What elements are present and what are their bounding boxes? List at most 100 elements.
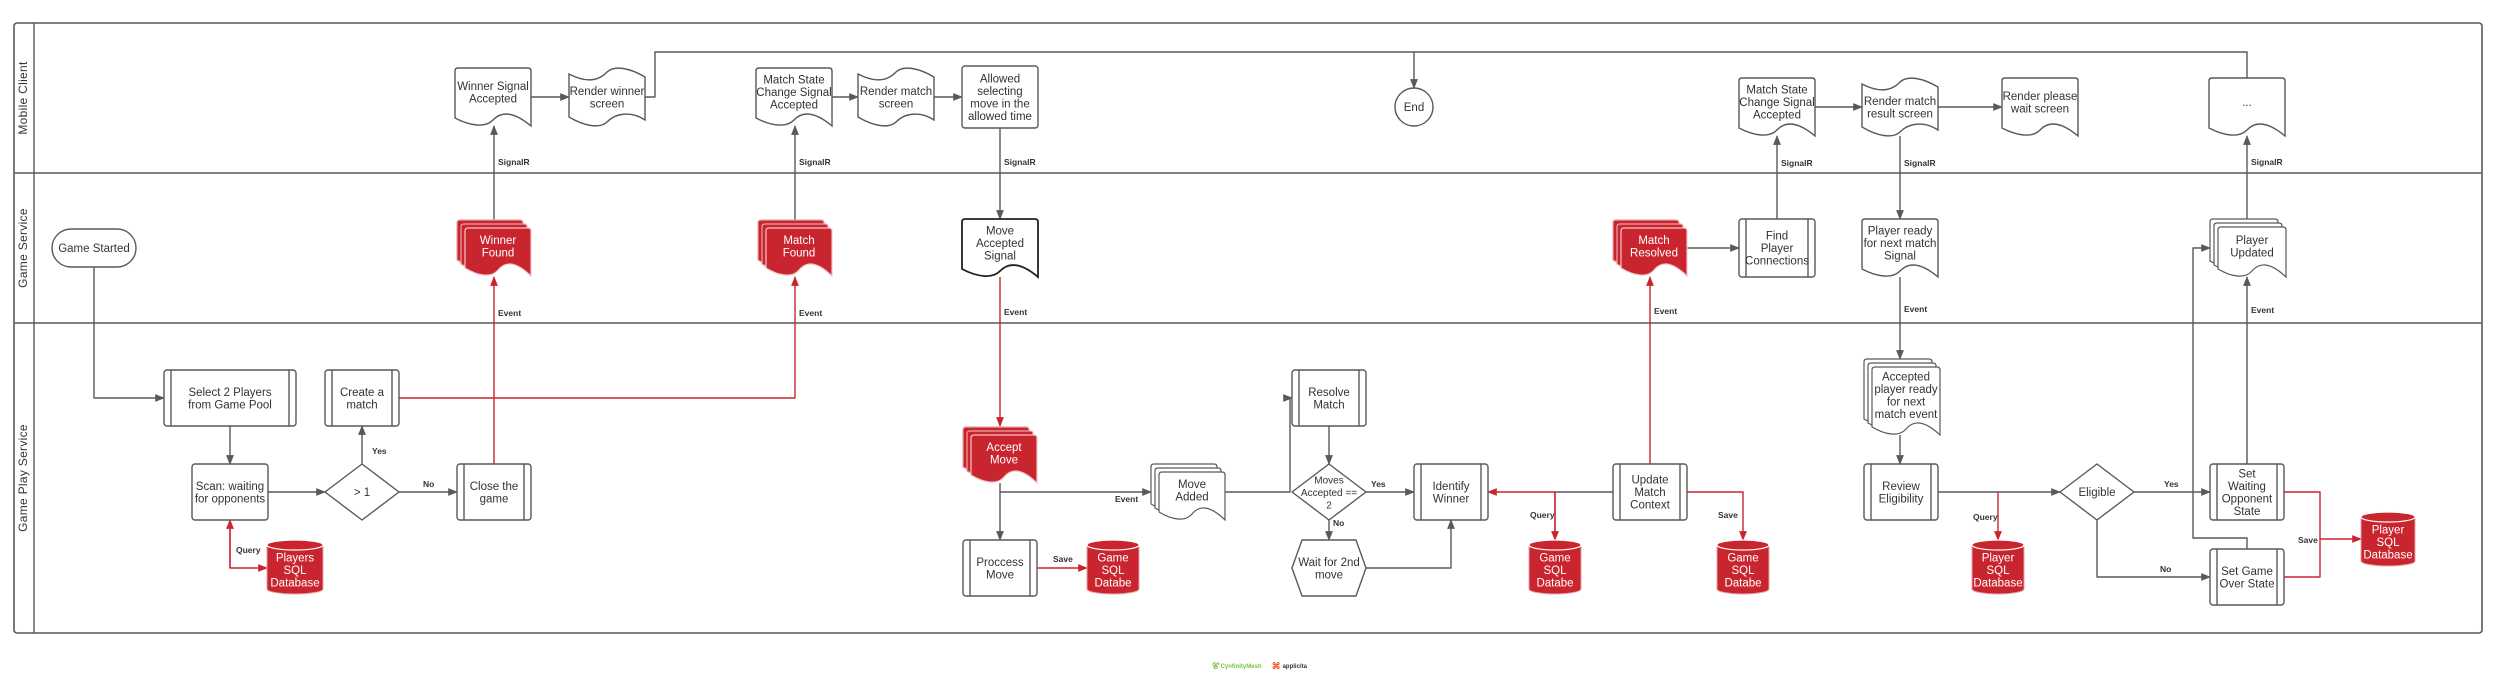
node-game-started[interactable]: Game Started: [51, 228, 137, 268]
node-eligible[interactable]: Eligible: [2059, 463, 2135, 521]
node-winner-found[interactable]: Winner Found: [456, 219, 532, 278]
database-top: [2360, 511, 2416, 523]
node-set-game-over[interactable]: Set Game Over State: [2209, 548, 2285, 606]
node-end[interactable]: End: [1394, 87, 1434, 127]
edge-line: [1366, 519, 1455, 569]
node-scan-waiting[interactable]: Scan: waiting for opponents: [191, 463, 269, 521]
node-match-found[interactable]: Match Found: [757, 219, 833, 278]
edge-label: Event: [498, 308, 521, 318]
database-top: [1971, 539, 2025, 551]
logo-cynfinitymesh-text: CynfinityMesh: [1220, 663, 1262, 670]
edge-label: No: [423, 479, 434, 489]
edge-player-updated-to-ellipsis-doc: SignalR: [2243, 135, 2283, 219]
c-swoosh-icon: 𝒞: [1212, 661, 1219, 671]
node-winner-signal-accepted[interactable]: Winner Signal Accepted: [454, 67, 532, 128]
node-label: Identify Winner: [1432, 481, 1469, 506]
edge-label: Yes: [1371, 479, 1386, 489]
edge-label: No: [2160, 564, 2171, 574]
edge-player-ready-signal-to-accepted-player-ready: Event: [1896, 277, 1927, 360]
lane-label-game-service: Game Service: [16, 208, 30, 288]
node-render-please-wait[interactable]: Render please wait screen: [2001, 77, 2079, 138]
node-render-match-result[interactable]: Render match result screen: [1861, 77, 1939, 137]
database-top: [266, 539, 324, 551]
edge-label: No: [1333, 518, 1344, 528]
node-game-db-3[interactable]: Game SQL Databe: [1716, 539, 1770, 595]
node-find-player-connections[interactable]: Find Player Connections: [1738, 218, 1816, 278]
node-resolve-match[interactable]: Resolve Match: [1291, 369, 1367, 427]
node-match-resolved[interactable]: Match Resolved: [1612, 219, 1688, 278]
swimlane-diagram: Mobile Client Game Service Game Play Ser…: [13, 22, 2483, 634]
edge-label: Event: [1654, 306, 1677, 316]
edge-line: [2284, 491, 2362, 543]
node-render-winner-screen[interactable]: Render winner screen: [568, 67, 646, 127]
node-game-db-1[interactable]: Game SQL Databe: [1086, 539, 1140, 595]
node-wait-second-move[interactable]: Wait for 2nd move: [1291, 539, 1367, 597]
node-accept-move[interactable]: Accept Move: [962, 426, 1038, 485]
node-create-match[interactable]: Create a match: [324, 369, 400, 427]
node-label: ...: [2242, 97, 2252, 109]
node-label: > 1: [354, 487, 370, 499]
node-label: End: [1404, 102, 1424, 114]
node-player-updated[interactable]: Player Updated: [2209, 218, 2287, 279]
edge-game-db-2-to-identify-winner: Query: [1487, 488, 1556, 540]
node-player-db-1[interactable]: Player SQL Database: [1971, 539, 2025, 595]
node-label: Review Eligibility: [1879, 481, 1924, 506]
edge-gt-one-to-close-game: No: [399, 479, 458, 496]
edge-label: Event: [1115, 494, 1138, 504]
nodes-layer: Winner Signal Accepted Render winner screen…: [51, 65, 2416, 606]
node-moves-accepted[interactable]: Moves Accepted == 2: [1291, 463, 1367, 521]
edge-create-match-to-match-found: Event: [399, 276, 822, 399]
diagram-canvas: Mobile Client Game Service Game Play Ser…: [0, 0, 2500, 694]
edge-review-eligibility-to-player-db-1: Query: [1973, 492, 2002, 541]
node-review-eligibility[interactable]: Review Eligibility: [1863, 463, 1939, 521]
node-update-match-context[interactable]: Update Match Context: [1612, 463, 1688, 521]
node-identify-winner[interactable]: Identify Winner: [1413, 463, 1489, 521]
node-accepted-player-ready[interactable]: Accepted player ready for next match event: [1863, 358, 1941, 437]
edge-line: [93, 267, 165, 402]
node-move-added[interactable]: Move Added: [1150, 463, 1226, 522]
edge-label: SignalR: [1004, 157, 1036, 167]
edge-set-waiting-opponent-to-player-updated: Event: [2243, 276, 2274, 464]
edge-line: [229, 520, 268, 572]
node-label: Resolve Match: [1308, 387, 1350, 412]
node-select-players[interactable]: Select 2 Players from Game Pool: [163, 369, 297, 427]
edge-line: [1414, 51, 2248, 78]
node-close-game[interactable]: Close the game: [456, 463, 532, 521]
edge-label: SignalR: [799, 157, 831, 167]
node-move-accepted-signal[interactable]: Move Accepted Signal: [961, 218, 1039, 279]
edge-render-match-result-to-player-ready-signal: SignalR: [1896, 136, 1936, 220]
node-set-waiting-opponent[interactable]: Set Waiting Opponent State: [2209, 463, 2285, 521]
node-game-db-2[interactable]: Game SQL Databe: [1528, 539, 1582, 595]
lane-label-mobile-client: Mobile Client: [16, 61, 30, 135]
node-match-state-signal-2[interactable]: Match State Change Signal Accepted: [1738, 77, 1816, 138]
node-ellipsis-doc[interactable]: ...: [2208, 77, 2286, 138]
node-label: Move Added: [1175, 479, 1208, 504]
edge-label: Event: [799, 308, 822, 318]
edge-label: SignalR: [2251, 157, 2283, 167]
logo-applicita: ⌘ applicita: [1272, 661, 1307, 672]
node-match-state-signal-1[interactable]: Match State Change Signal Accepted: [755, 67, 833, 128]
node-render-match-screen[interactable]: Render match screen: [857, 67, 935, 127]
node-players-db[interactable]: Players SQL Database: [266, 539, 324, 595]
edge-update-match-context-to-game-db-3: Save: [1687, 491, 1747, 541]
edge-line: [1225, 394, 1293, 493]
edge-move-added-to-resolve-match: [1225, 394, 1293, 493]
node-player-db-2[interactable]: Player SQL Database: [2360, 511, 2416, 567]
node-allowed-selecting-move[interactable]: Allowed selecting move in the allowed time: [961, 65, 1039, 129]
footer-logos: 𝒞 CynfinityMesh ⌘ applicita: [1212, 661, 1307, 672]
edge-line: [399, 276, 799, 399]
node-label: Accept Move: [986, 442, 1022, 467]
node-label: Match Found: [783, 235, 816, 260]
database-top: [1716, 539, 1770, 551]
node-process-move[interactable]: Proccess Move: [962, 539, 1038, 597]
database-top: [1086, 539, 1140, 551]
edge-label: SignalR: [498, 157, 530, 167]
node-player-ready-signal[interactable]: Player ready for next match Signal: [1861, 218, 1939, 279]
node-label: Eligible: [2078, 487, 2115, 499]
edge-eligible-to-set-waiting-opponent: Yes: [2134, 479, 2211, 496]
logo-cynfinitymesh: 𝒞 CynfinityMesh: [1212, 661, 1262, 672]
node-label: Render please wait screen: [2003, 91, 2078, 116]
edge-wait-second-move-to-identify-winner: [1366, 519, 1455, 569]
edge-moves-accepted-to-identify-winner: Yes: [1366, 479, 1415, 496]
node-gt-one[interactable]: > 1: [324, 463, 400, 521]
